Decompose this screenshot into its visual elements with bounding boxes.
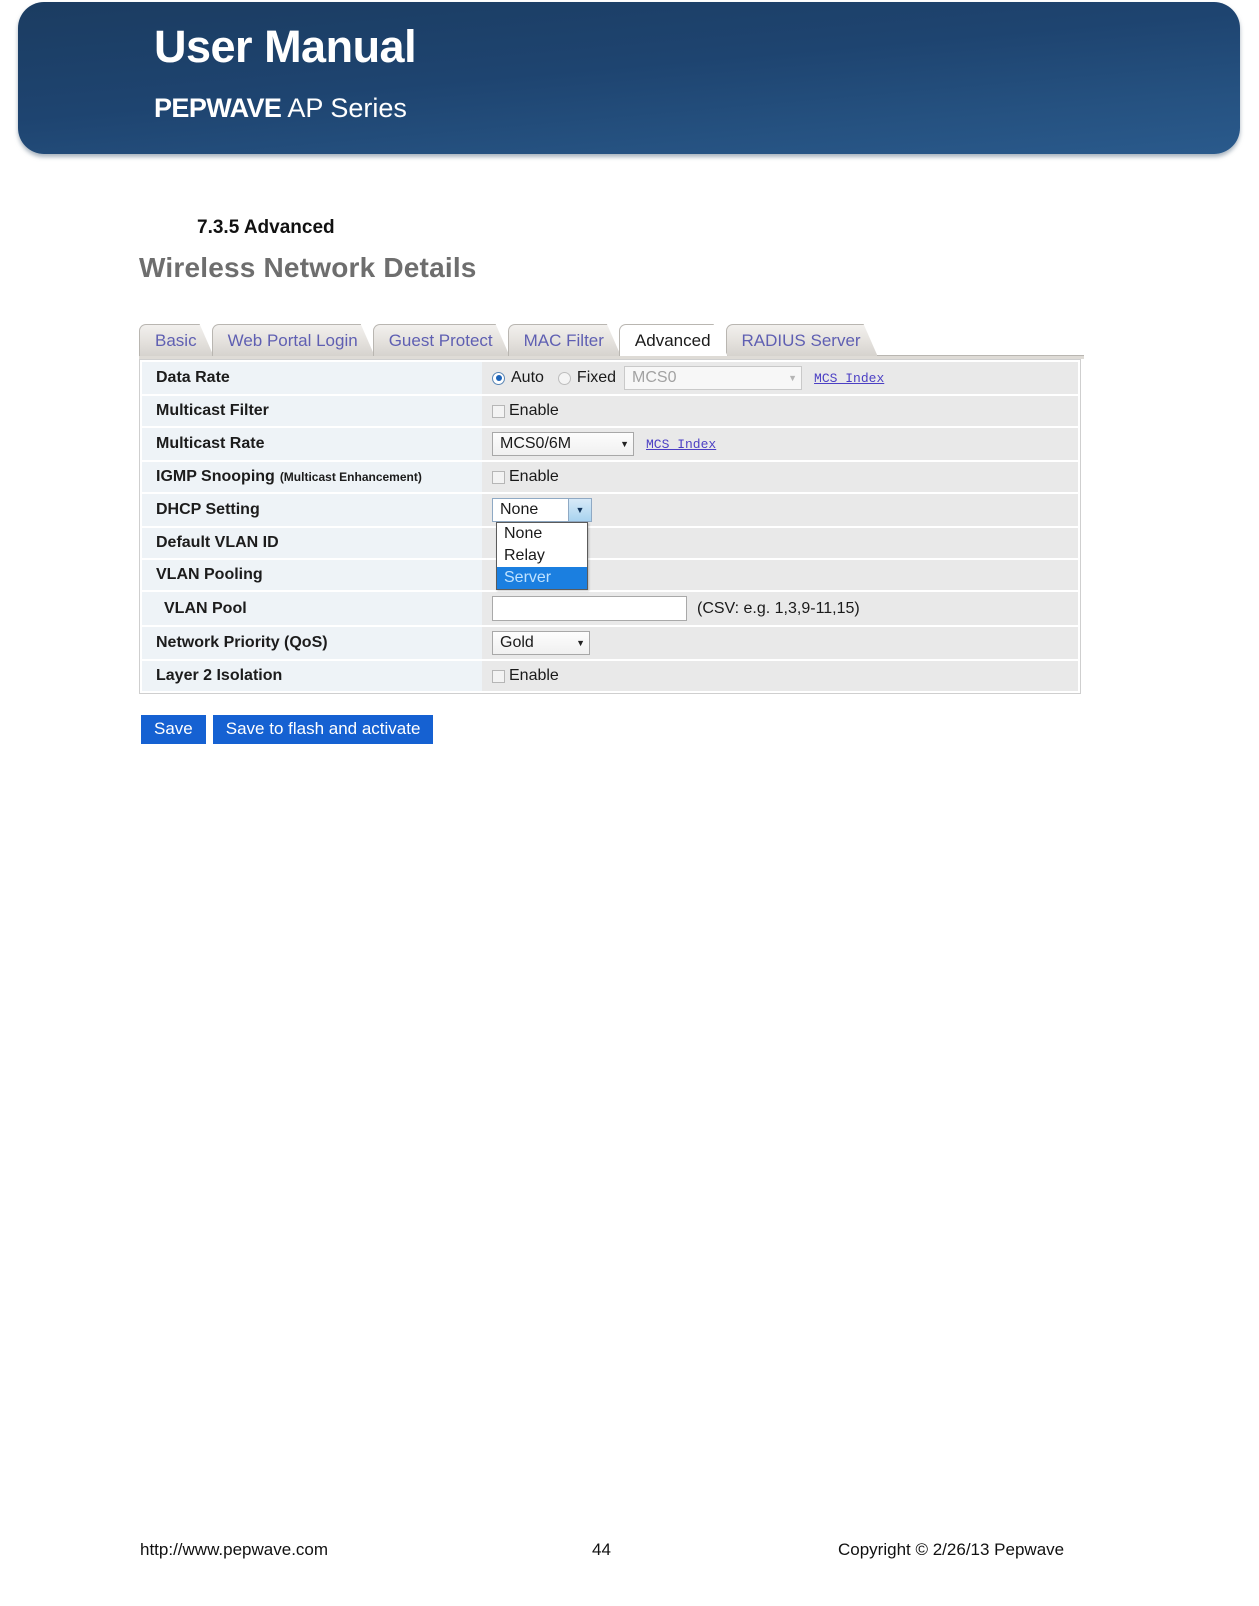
select-multicast-rate-value: MCS0/6M: [500, 435, 572, 452]
footer-page-number: 44: [592, 1540, 611, 1559]
label-multicast-filter-enable: Enable: [509, 402, 559, 419]
vlan-pool-input[interactable]: [492, 596, 687, 621]
wireless-network-details-panel: Basic Web Portal Login Guest Protect MAC…: [139, 322, 1084, 694]
label-igmp-snooping: IGMP Snooping (Multicast Enhancement): [142, 462, 482, 492]
vlan-pool-hint: (CSV: e.g. 1,3,9-11,15): [697, 599, 860, 617]
manual-title: User Manual: [154, 21, 417, 72]
tab-basic[interactable]: Basic: [139, 324, 214, 356]
link-mcs-index-multicast-rate[interactable]: MCS Index: [646, 437, 716, 452]
banner-background: User Manual PEPWAVE AP Series: [18, 2, 1240, 154]
select-network-priority[interactable]: Gold ▼: [492, 631, 590, 655]
checkbox-igmp-snooping-enable[interactable]: [492, 470, 505, 484]
row-vlan-pooling: VLAN Pooling: [142, 560, 1078, 592]
advanced-settings-table: Data Rate Auto Fixed MCS0 ▼ MCS Index Mu…: [139, 359, 1081, 694]
dropdown-option-none[interactable]: None: [497, 523, 587, 545]
tab-guest-protect[interactable]: Guest Protect: [373, 324, 510, 356]
dropdown-option-relay[interactable]: Relay: [497, 545, 587, 567]
label-igmp-snooping-main: IGMP Snooping: [156, 468, 275, 485]
row-layer2-isolation: Layer 2 Isolation Enable: [142, 661, 1078, 691]
label-multicast-rate: Multicast Rate: [142, 428, 482, 460]
tab-bar: Basic Web Portal Login Guest Protect MAC…: [139, 322, 1084, 356]
select-multicast-rate[interactable]: MCS0/6M ▼: [492, 432, 634, 456]
tab-web-portal-login[interactable]: Web Portal Login: [212, 324, 375, 356]
label-dhcp-setting: DHCP Setting: [142, 494, 482, 526]
value-dhcp-setting: None ▼ None Relay Server: [482, 494, 1078, 590]
radio-data-rate-auto[interactable]: [492, 371, 505, 385]
label-data-rate-auto: Auto: [511, 369, 544, 386]
value-layer2-isolation: Enable: [482, 661, 1078, 691]
radio-data-rate-fixed[interactable]: [557, 371, 571, 385]
label-igmp-snooping-enable: Enable: [509, 468, 559, 485]
series-name: AP Series: [281, 93, 407, 123]
value-vlan-pool: (CSV: e.g. 1,3,9-11,15): [482, 592, 1078, 625]
dropdown-dhcp-setting-head[interactable]: None ▼: [492, 498, 592, 522]
tab-radius-server[interactable]: RADIUS Server: [726, 324, 878, 356]
row-default-vlan-id: Default VLAN ID: [142, 528, 1078, 560]
brand-name: PEPWAVE: [154, 93, 282, 123]
chevron-down-icon: ▼: [576, 637, 585, 648]
row-vlan-pool: VLAN Pool (CSV: e.g. 1,3,9-11,15): [142, 592, 1078, 627]
row-multicast-filter: Multicast Filter Enable: [142, 396, 1078, 428]
row-dhcp-setting: DHCP Setting None ▼ None Relay Server: [142, 494, 1078, 590]
chevron-down-icon: ▼: [788, 372, 798, 383]
label-default-vlan-id: Default VLAN ID: [142, 528, 482, 558]
row-network-priority: Network Priority (QoS) Gold ▼: [142, 627, 1078, 661]
checkbox-multicast-filter-enable[interactable]: [492, 404, 505, 418]
link-mcs-index-data-rate[interactable]: MCS Index: [814, 371, 884, 386]
footer-copyright: Copyright © 2/26/13 Pepwave: [838, 1540, 1065, 1559]
dropdown-dhcp-setting-options: None Relay Server: [496, 522, 588, 590]
label-vlan-pool: VLAN Pool: [142, 592, 482, 625]
label-data-rate-fixed: Fixed: [576, 369, 617, 386]
product-subtitle: PEPWAVE AP Series: [154, 95, 407, 122]
value-data-rate: Auto Fixed MCS0 ▼ MCS Index: [482, 362, 1078, 394]
row-data-rate: Data Rate Auto Fixed MCS0 ▼ MCS Index: [142, 362, 1078, 396]
select-network-priority-value: Gold: [500, 634, 534, 651]
label-igmp-snooping-sub: (Multicast Enhancement): [279, 470, 422, 484]
value-igmp-snooping: Enable: [482, 462, 1078, 492]
value-multicast-rate: MCS0/6M ▼ MCS Index: [482, 428, 1078, 460]
select-fixed-data-rate[interactable]: MCS0 ▼: [624, 366, 803, 390]
select-fixed-data-rate-value: MCS0: [632, 369, 677, 386]
footer-url: http://www.pepwave.com: [140, 1540, 329, 1559]
label-network-priority: Network Priority (QoS): [142, 627, 482, 659]
dropdown-dhcp-setting-value: None: [500, 501, 539, 518]
value-network-priority: Gold ▼: [482, 627, 1078, 659]
chevron-down-icon[interactable]: ▼: [568, 499, 591, 521]
checkbox-layer2-isolation-enable[interactable]: [492, 669, 505, 683]
action-buttons: Save Save to flash and activate: [141, 715, 434, 745]
dropdown-dhcp-setting[interactable]: None ▼ None Relay Server: [492, 498, 592, 590]
page-title: Wireless Network Details: [139, 252, 477, 283]
label-multicast-filter: Multicast Filter: [142, 396, 482, 426]
page-header-banner: User Manual PEPWAVE AP Series: [18, 2, 1240, 157]
label-vlan-pooling: VLAN Pooling: [142, 560, 482, 590]
label-layer2-isolation: Layer 2 Isolation: [142, 661, 482, 691]
save-to-flash-and-activate-button[interactable]: Save to flash and activate: [212, 715, 434, 745]
tab-advanced[interactable]: Advanced: [619, 324, 728, 356]
chevron-down-icon: ▼: [620, 438, 629, 449]
value-multicast-filter: Enable: [482, 396, 1078, 426]
label-data-rate: Data Rate: [142, 362, 482, 394]
dropdown-option-server[interactable]: Server: [497, 567, 587, 589]
row-multicast-rate: Multicast Rate MCS0/6M ▼ MCS Index: [142, 428, 1078, 462]
page-footer: http://www.pepwave.com 44 Copyright © 2/…: [0, 1540, 1259, 1580]
save-button[interactable]: Save: [141, 715, 206, 745]
section-heading: 7.3.5 Advanced: [197, 217, 335, 238]
label-layer2-isolation-enable: Enable: [509, 667, 559, 684]
tab-mac-filter[interactable]: MAC Filter: [508, 324, 621, 356]
row-igmp-snooping: IGMP Snooping (Multicast Enhancement) En…: [142, 462, 1078, 494]
